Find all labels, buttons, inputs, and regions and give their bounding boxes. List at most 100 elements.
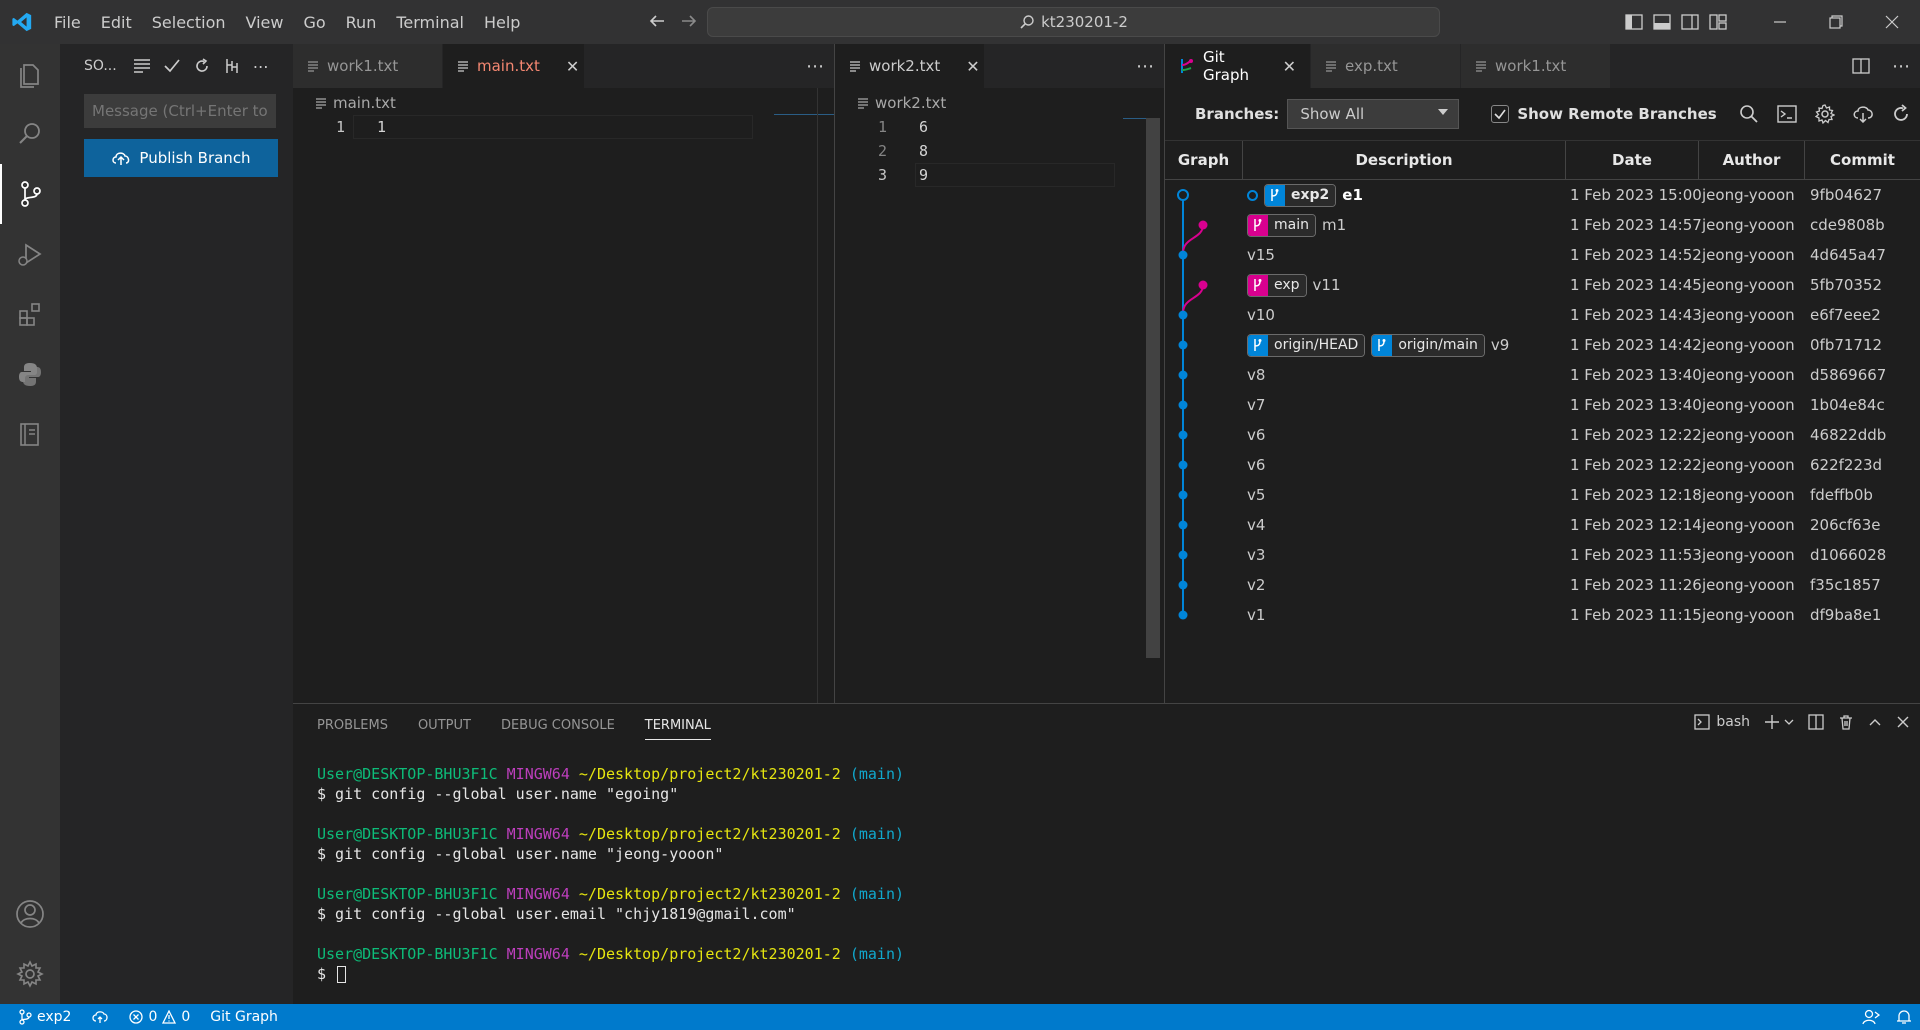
explorer-icon[interactable] <box>0 44 60 104</box>
run-debug-icon[interactable] <box>0 224 60 284</box>
tab-output[interactable]: OUTPUT <box>418 718 471 740</box>
more-actions-icon[interactable]: ⋯ <box>253 57 269 76</box>
restore-icon[interactable] <box>1808 0 1864 44</box>
commit-row[interactable]: exp2 e1 1 Feb 2023 15:00 jeong-yooon 9fb0462… <box>1165 180 1920 210</box>
scrollbar-track[interactable] <box>817 88 818 703</box>
tab-work1-txt[interactable]: work1.txt <box>293 44 443 88</box>
column-header-graph[interactable]: Graph <box>1165 141 1243 179</box>
commit-row[interactable]: v4 1 Feb 2023 12:14 jeong-yooon 206cf63e <box>1165 510 1920 540</box>
toggle-panel-icon[interactable] <box>1648 0 1676 44</box>
commit-check-icon[interactable] <box>163 58 181 74</box>
tab-terminal[interactable]: TERMINAL <box>644 718 711 740</box>
commit-row[interactable]: v2 1 Feb 2023 11:26 jeong-yooon f35c1857 <box>1165 570 1920 600</box>
split-editor-icon[interactable] <box>1852 44 1870 88</box>
tab-work2-txt[interactable]: work2.txt ✕ <box>835 44 985 88</box>
live-share-person-icon[interactable] <box>1862 1009 1880 1025</box>
branches-dropdown[interactable]: Show All <box>1287 99 1460 129</box>
source-control-icon[interactable] <box>0 164 60 224</box>
publish-to-cloud-icon[interactable] <box>81 1004 119 1030</box>
tab-exp-txt[interactable]: exp.txt <box>1311 44 1461 88</box>
split-terminal-icon[interactable] <box>1808 714 1824 730</box>
menu-go[interactable]: Go <box>293 13 335 32</box>
terminal-icon[interactable] <box>1768 105 1806 123</box>
minimize-icon[interactable] <box>1752 0 1808 44</box>
command-center[interactable]: kt230201-2 <box>707 7 1440 37</box>
commit-row[interactable]: origin/HEAD origin/main v9 1 Feb 2023 14:42… <box>1165 330 1920 360</box>
branch-label[interactable]: origin/main <box>1371 333 1485 357</box>
back-arrow-icon[interactable] <box>646 10 668 32</box>
notifications-bell-icon[interactable] <box>1896 1009 1912 1025</box>
menu-help[interactable]: Help <box>474 13 530 32</box>
menu-terminal[interactable]: Terminal <box>386 13 474 32</box>
customize-layout-icon[interactable] <box>1704 0 1732 44</box>
refresh-icon[interactable] <box>193 57 211 75</box>
branch-label[interactable]: origin/HEAD <box>1247 333 1366 357</box>
git-graph-view-icon[interactable] <box>223 57 241 75</box>
commit-row[interactable]: v1 1 Feb 2023 11:15 jeong-yooon df9ba8e1 <box>1165 600 1920 630</box>
scrollbar-thumb[interactable] <box>1146 118 1160 658</box>
menu-file[interactable]: File <box>44 13 91 32</box>
menu-selection[interactable]: Selection <box>142 13 236 32</box>
column-header-description[interactable]: Description <box>1243 141 1566 179</box>
close-tab-icon[interactable]: ✕ <box>1283 57 1296 76</box>
editor-main-txt[interactable]: main.txt 1 1 <box>293 88 834 703</box>
status-branch[interactable]: exp2 <box>0 1004 81 1030</box>
new-terminal-button[interactable] <box>1764 714 1794 730</box>
fetch-cloud-icon[interactable] <box>1844 105 1882 123</box>
status-problems[interactable]: 0 0 <box>119 1004 200 1030</box>
commit-message-input[interactable] <box>84 94 276 128</box>
view-as-tree-icon[interactable] <box>133 58 151 74</box>
tab-debug-console[interactable]: DEBUG CONSOLE <box>501 718 615 740</box>
branch-label[interactable]: main <box>1247 213 1316 237</box>
tab-main-txt[interactable]: main.txt ✕ <box>443 44 585 88</box>
commit-row[interactable]: v10 1 Feb 2023 14:43 jeong-yooon e6f7eee2 <box>1165 300 1920 330</box>
commit-row[interactable]: v8 1 Feb 2023 13:40 jeong-yooon d5869667 <box>1165 360 1920 390</box>
editor-more-actions-icon[interactable]: ⋯ <box>1136 44 1154 88</box>
python-icon[interactable] <box>0 344 60 404</box>
close-tab-icon[interactable]: ✕ <box>966 57 979 76</box>
search-view-icon[interactable] <box>0 104 60 164</box>
status-git-graph[interactable]: Git Graph <box>200 1004 288 1030</box>
menu-view[interactable]: View <box>236 13 294 32</box>
commit-row[interactable]: exp v11 1 Feb 2023 14:45 jeong-yooon 5fb7035… <box>1165 270 1920 300</box>
repo-settings-gear-icon[interactable] <box>1806 104 1844 124</box>
publish-branch-button[interactable]: Publish Branch <box>84 139 278 177</box>
kill-terminal-trash-icon[interactable] <box>1838 714 1854 730</box>
branch-label[interactable]: exp2 <box>1264 183 1337 207</box>
editor-more-actions-icon[interactable]: ⋯ <box>1892 44 1910 88</box>
menu-run[interactable]: Run <box>336 13 387 32</box>
column-header-author[interactable]: Author <box>1699 141 1805 179</box>
notebook-icon[interactable] <box>0 404 60 464</box>
find-icon[interactable] <box>1730 104 1768 124</box>
commit-row[interactable]: v3 1 Feb 2023 11:53 jeong-yooon d1066028 <box>1165 540 1920 570</box>
column-header-date[interactable]: Date <box>1566 141 1699 179</box>
toggle-secondary-sidebar-icon[interactable] <box>1676 0 1704 44</box>
show-remote-branches-checkbox[interactable] <box>1491 105 1510 123</box>
breadcrumb[interactable]: work2.txt <box>857 94 946 112</box>
close-window-icon[interactable] <box>1864 0 1920 44</box>
forward-arrow-icon[interactable] <box>678 10 700 32</box>
commit-row[interactable]: v5 1 Feb 2023 12:18 jeong-yooon fdeffb0b <box>1165 480 1920 510</box>
commit-row[interactable]: v6 1 Feb 2023 12:22 jeong-yooon 622f223d <box>1165 450 1920 480</box>
tab-git-graph[interactable]: Git Graph ✕ <box>1165 44 1311 88</box>
breadcrumb[interactable]: main.txt <box>315 94 396 112</box>
accounts-icon[interactable] <box>0 884 60 944</box>
close-panel-icon[interactable] <box>1896 715 1910 729</box>
commit-row[interactable]: v15 1 Feb 2023 14:52 jeong-yooon 4d645a47 <box>1165 240 1920 270</box>
extensions-icon[interactable] <box>0 284 60 344</box>
commit-row[interactable]: main m1 1 Feb 2023 14:57 jeong-yooon cde9808… <box>1165 210 1920 240</box>
commit-row[interactable]: v7 1 Feb 2023 13:40 jeong-yooon 1b04e84c <box>1165 390 1920 420</box>
column-header-commit[interactable]: Commit <box>1805 141 1920 179</box>
editor-work2-txt[interactable]: work2.txt 1 6 2 8 3 9 <box>835 88 1164 703</box>
tab-work1-txt[interactable]: work1.txt <box>1461 44 1611 88</box>
branch-label[interactable]: exp <box>1247 273 1307 297</box>
refresh-graph-icon[interactable] <box>1882 104 1920 124</box>
maximize-panel-chevron-up-icon[interactable] <box>1868 715 1882 729</box>
terminal-shell-selector[interactable]: bash <box>1694 714 1750 730</box>
close-tab-icon[interactable]: ✕ <box>566 57 579 76</box>
commit-row[interactable]: v6 1 Feb 2023 12:22 jeong-yooon 46822ddb <box>1165 420 1920 450</box>
tab-problems[interactable]: PROBLEMS <box>317 718 388 740</box>
settings-gear-icon[interactable] <box>0 944 60 1004</box>
toggle-primary-sidebar-icon[interactable] <box>1620 0 1648 44</box>
editor-more-actions-icon[interactable]: ⋯ <box>806 44 824 88</box>
